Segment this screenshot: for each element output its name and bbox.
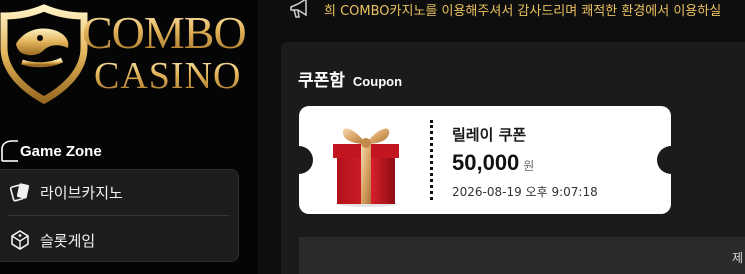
menu-divider — [8, 215, 229, 216]
game-zone-icon — [1, 140, 18, 162]
game-menu: 라이브카지노 슬롯게임 — [0, 169, 239, 262]
logo-text-combo: COMBO — [82, 7, 247, 58]
coupon-notch-left — [285, 146, 313, 174]
coupon-date: 2026-08-19 오후 9:07:18 — [452, 185, 598, 199]
table-header-cell: 제 — [731, 251, 743, 265]
slot-machine-icon — [8, 228, 32, 252]
coupon-divider — [430, 120, 433, 200]
main-content: 희 COMBO카지노를 이용해주셔서 감사드리며 쾌적한 환경에서 이용하실 쿠… — [258, 0, 745, 274]
notice-text: 희 COMBO카지노를 이용해주셔서 감사드리며 쾌적한 환경에서 이용하실 — [324, 4, 722, 19]
sidebar-item-label: 라이브카지노 — [40, 183, 123, 202]
megaphone-icon — [290, 0, 307, 18]
sidebar-item-label: 슬롯게임 — [40, 231, 96, 250]
sidebar-item-live-casino[interactable]: 라이브카지노 — [0, 170, 238, 214]
page-title-en: Coupon — [352, 74, 403, 89]
gift-box-icon — [333, 128, 399, 207]
sidebar-item-slot-game[interactable]: 슬롯게임 — [0, 218, 238, 262]
sidebar: COMBO CASINO Game Zone 라이브카지노 슬롯게임 — [0, 0, 258, 274]
coupon-table-header: 제 — [299, 237, 745, 274]
game-zone-label: Game Zone — [20, 142, 102, 160]
combo-casino-logo[interactable]: COMBO CASINO — [0, 4, 247, 104]
coupon-amount: 50,000 원 — [452, 150, 534, 176]
page-title-ko: 쿠폰함 — [298, 71, 345, 91]
coupon-card[interactable]: 릴레이 쿠폰 50,000 원 2026-08-19 오후 9:07:18 — [285, 106, 685, 214]
coupon-name: 릴레이 쿠폰 — [452, 126, 527, 144]
notice-bar: 희 COMBO카지노를 이용해주셔서 감사드리며 쾌적한 환경에서 이용하실 — [258, 0, 745, 26]
coupon-panel: 쿠폰함 Coupon 릴레이 쿠폰 50,000 원 2026-08-19 오후… — [281, 42, 745, 274]
coupon-amount-value: 50,000 — [452, 150, 520, 175]
page-title: 쿠폰함 Coupon — [298, 66, 402, 91]
playing-cards-icon — [8, 180, 32, 204]
logo-shield-icon — [0, 4, 88, 104]
app-root: COMBO CASINO Game Zone 라이브카지노 슬롯게임 희 COM… — [0, 0, 745, 274]
coupon-amount-unit: 원 — [523, 159, 535, 173]
logo-text-casino: CASINO — [94, 55, 242, 97]
game-zone-header: Game Zone — [0, 139, 102, 163]
coupon-notch-right — [657, 146, 685, 174]
